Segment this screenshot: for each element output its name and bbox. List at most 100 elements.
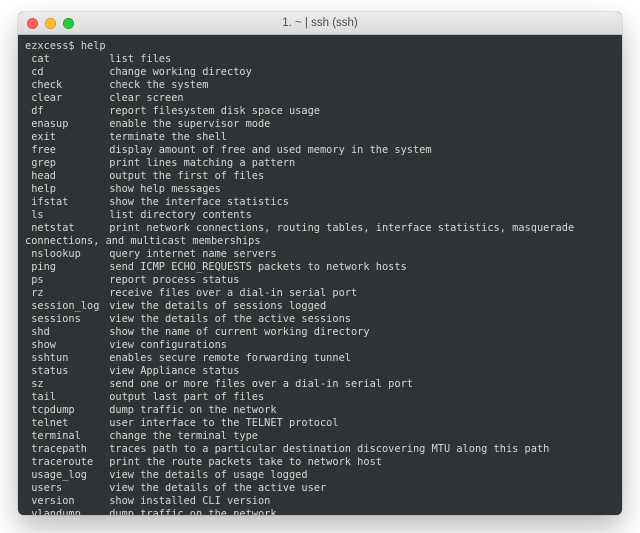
help-cmd: clear bbox=[31, 92, 109, 105]
help-row: checkcheck the system bbox=[25, 79, 615, 92]
help-cmd: traceroute bbox=[31, 456, 109, 469]
help-row: catlist files bbox=[25, 53, 615, 66]
terminal-window: 1. ~ | ssh (ssh) ezxcess$ help catlist f… bbox=[18, 12, 622, 515]
prompt: ezxcess$ bbox=[25, 40, 75, 52]
help-desc: send one or more files over a dial-in se… bbox=[109, 378, 413, 390]
help-cmd: show bbox=[31, 339, 109, 352]
help-cmd: sshtun bbox=[31, 352, 109, 365]
help-desc: dump traffic on the network bbox=[109, 508, 276, 515]
help-cmd: free bbox=[31, 144, 109, 157]
help-row: usage_logview the details of usage logge… bbox=[25, 469, 615, 482]
help-row: showview configurations bbox=[25, 339, 615, 352]
help-row: enasupenable the supervisor mode bbox=[25, 118, 615, 131]
help-row: cdchange working directoy bbox=[25, 66, 615, 79]
help-cmd: session_log bbox=[31, 300, 109, 313]
help-cmd: help bbox=[31, 183, 109, 196]
help-cmd: ping bbox=[31, 261, 109, 274]
help-desc: check the system bbox=[109, 79, 208, 91]
help-desc: display amount of free and used memory i… bbox=[109, 144, 431, 156]
help-row: usersview the details of the active user bbox=[25, 482, 615, 495]
help-desc: output last part of files bbox=[109, 391, 264, 403]
help-row: terminalchange the terminal type bbox=[25, 430, 615, 443]
help-desc: enable the supervisor mode bbox=[109, 118, 270, 130]
help-desc: terminate the shell bbox=[109, 131, 227, 143]
help-cmd: df bbox=[31, 105, 109, 118]
help-row: psreport process status bbox=[25, 274, 615, 287]
help-desc: send ICMP ECHO_REQUESTS packets to netwo… bbox=[109, 261, 407, 273]
terminal-output[interactable]: ezxcess$ help catlist files cdchange wor… bbox=[18, 35, 622, 515]
help-row: pingsend ICMP ECHO_REQUESTS packets to n… bbox=[25, 261, 615, 274]
help-desc: view the details of sessions logged bbox=[109, 300, 326, 312]
typed-command: help bbox=[81, 40, 106, 52]
help-desc: user interface to the TELNET protocol bbox=[109, 417, 338, 429]
help-cmd: head bbox=[31, 170, 109, 183]
help-cmd: status bbox=[31, 365, 109, 378]
help-desc: view configurations bbox=[109, 339, 227, 351]
help-row: grepprint lines matching a pattern bbox=[25, 157, 615, 170]
help-desc: output the first of files bbox=[109, 170, 264, 182]
help-row: session_logview the details of sessions … bbox=[25, 300, 615, 313]
help-desc: view Appliance status bbox=[109, 365, 239, 377]
help-cmd: tcpdump bbox=[31, 404, 109, 417]
help-desc: clear screen bbox=[109, 92, 183, 104]
prompt-line: ezxcess$ help bbox=[25, 40, 615, 53]
help-row: lslist directory contents bbox=[25, 209, 615, 222]
help-cmd: terminal bbox=[31, 430, 109, 443]
help-row: szsend one or more files over a dial-in … bbox=[25, 378, 615, 391]
help-desc: print network connections, routing table… bbox=[25, 222, 580, 247]
help-cmd: vlandump bbox=[31, 508, 109, 515]
help-cmd: tracepath bbox=[31, 443, 109, 456]
zoom-icon[interactable] bbox=[63, 18, 74, 29]
help-cmd: version bbox=[31, 495, 109, 508]
help-desc: traces path to a particular destination … bbox=[109, 443, 549, 455]
help-cmd: check bbox=[31, 79, 109, 92]
help-row: headoutput the first of files bbox=[25, 170, 615, 183]
help-desc: list directory contents bbox=[109, 209, 252, 221]
help-row: freedisplay amount of free and used memo… bbox=[25, 144, 615, 157]
help-desc: show help messages bbox=[109, 183, 221, 195]
help-row: ifstatshow the interface statistics bbox=[25, 196, 615, 209]
help-cmd: users bbox=[31, 482, 109, 495]
window-controls bbox=[18, 18, 74, 29]
help-cmd: enasup bbox=[31, 118, 109, 131]
help-cmd: ls bbox=[31, 209, 109, 222]
help-row: nslookupquery internet name servers bbox=[25, 248, 615, 261]
help-row: tailoutput last part of files bbox=[25, 391, 615, 404]
help-desc: dump traffic on the network bbox=[109, 404, 276, 416]
help-row: sessionsview the details of the active s… bbox=[25, 313, 615, 326]
help-desc: view the details of the active user bbox=[109, 482, 326, 494]
help-cmd: shd bbox=[31, 326, 109, 339]
help-cmd: usage_log bbox=[31, 469, 109, 482]
help-row: netstatprint network connections, routin… bbox=[25, 222, 615, 248]
help-cmd: ps bbox=[31, 274, 109, 287]
help-desc: show the interface statistics bbox=[109, 196, 289, 208]
help-desc: show installed CLI version bbox=[109, 495, 270, 507]
help-desc: show the name of current working directo… bbox=[109, 326, 369, 338]
help-row: clearclear screen bbox=[25, 92, 615, 105]
close-icon[interactable] bbox=[27, 18, 38, 29]
help-desc: view the details of usage logged bbox=[109, 469, 307, 481]
help-desc: print lines matching a pattern bbox=[109, 157, 295, 169]
help-row: helpshow help messages bbox=[25, 183, 615, 196]
help-desc: view the details of the active sessions bbox=[109, 313, 351, 325]
help-cmd: rz bbox=[31, 287, 109, 300]
help-desc: report filesystem disk space usage bbox=[109, 105, 320, 117]
help-row: tracepathtraces path to a particular des… bbox=[25, 443, 615, 456]
minimize-icon[interactable] bbox=[45, 18, 56, 29]
help-desc: list files bbox=[109, 53, 171, 65]
help-row: exitterminate the shell bbox=[25, 131, 615, 144]
help-desc: print the route packets take to network … bbox=[109, 456, 382, 468]
help-desc: enables secure remote forwarding tunnel bbox=[109, 352, 351, 364]
help-row: rzreceive files over a dial-in serial po… bbox=[25, 287, 615, 300]
help-cmd: ifstat bbox=[31, 196, 109, 209]
help-cmd: grep bbox=[31, 157, 109, 170]
window-title: 1. ~ | ssh (ssh) bbox=[18, 17, 622, 29]
help-row: versionshow installed CLI version bbox=[25, 495, 615, 508]
window-titlebar: 1. ~ | ssh (ssh) bbox=[18, 12, 622, 35]
help-cmd: nslookup bbox=[31, 248, 109, 261]
help-row: dfreport filesystem disk space usage bbox=[25, 105, 615, 118]
help-row: shdshow the name of current working dire… bbox=[25, 326, 615, 339]
help-cmd: cat bbox=[31, 53, 109, 66]
help-cmd: exit bbox=[31, 131, 109, 144]
help-desc: change working directoy bbox=[109, 66, 252, 78]
